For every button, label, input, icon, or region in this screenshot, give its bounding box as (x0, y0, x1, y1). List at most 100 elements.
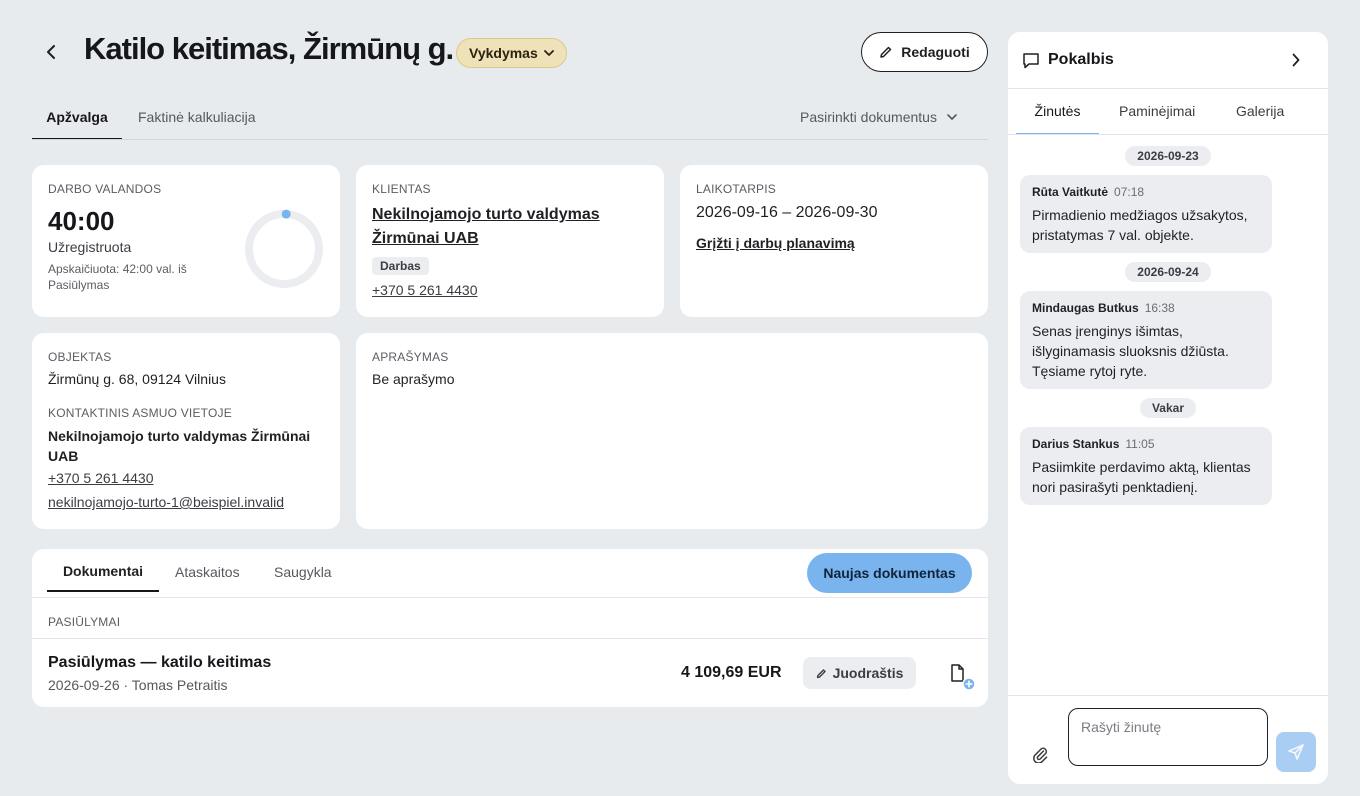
period-label: LAIKOTARPIS (696, 182, 777, 196)
back-to-planning-link[interactable]: Grįžti į darbų planavimą (696, 235, 855, 251)
back-button[interactable] (40, 40, 64, 64)
chevron-down-icon (543, 50, 554, 56)
chat-header-divider (1008, 88, 1328, 89)
document-add-file-icon[interactable] (948, 662, 976, 691)
pencil-icon (880, 46, 892, 58)
message-author: Rūta Vaitkutė (1032, 185, 1109, 199)
client-type-tag: Darbas (372, 257, 429, 275)
message-time: 16:38 (1144, 301, 1175, 315)
attach-button[interactable] (1028, 742, 1052, 766)
document-status-button[interactable]: Juodraštis (803, 657, 916, 689)
tab-reports-label: Ataskaitos (175, 564, 240, 580)
period-card: LAIKOTARPIS 2026-09-16 – 2026-09-30 Grįž… (680, 165, 988, 317)
send-icon (1288, 744, 1304, 760)
message-text: Pirmadienio medžiagos užsakytos, pristat… (1032, 207, 1248, 243)
document-status-label: Juodraštis (832, 665, 904, 681)
edit-button-label: Redaguoti (901, 44, 970, 60)
chat-tab-gallery[interactable]: Galerija (1236, 100, 1284, 135)
date-pill: Vakar (1139, 398, 1197, 418)
chat-tab-messages[interactable]: Žinutės (1016, 100, 1099, 135)
onsite-contact-email-link[interactable]: nekilnojamojo-turto-1@beispiel.invalid (48, 494, 284, 510)
client-card: KLIENTAS Nekilnojamojo turto valdymas Ži… (356, 165, 664, 317)
composer-divider (1008, 695, 1328, 696)
registered-label: Užregistruota (48, 239, 132, 255)
tab-storage[interactable]: Saugykla (274, 552, 332, 592)
message-text: Pasiimkite perdavimo aktą, klientas nori… (1032, 459, 1251, 495)
chat-tab-gallery-label: Galerija (1236, 103, 1285, 119)
chat-tab-mentions-label: Paminėjimai (1119, 103, 1196, 119)
progress-ring-track (245, 210, 323, 288)
work-hours-label: DARBO VALANDOS (48, 182, 162, 196)
object-label: OBJEKTAS (48, 350, 112, 364)
tab-actual-calculation[interactable]: Faktinė kalkuliacija (138, 100, 256, 140)
status-label: Vykdymas (469, 45, 538, 61)
tab-overview-label: Apžvalga (46, 109, 108, 125)
message-time: 11:05 (1125, 437, 1155, 451)
tab-documents[interactable]: Dokumentai (47, 552, 159, 592)
chat-tabs-divider (1008, 134, 1328, 135)
paperclip-icon (1033, 747, 1048, 763)
chat-panel: Pokalbis Žinutės Paminėjimai Galerija 20… (1008, 32, 1328, 784)
edit-button[interactable]: Redaguoti (861, 32, 988, 72)
calculated-hours-line2: Pasiūlymas (48, 278, 110, 292)
period-range: 2026-09-16 – 2026-09-30 (696, 204, 878, 221)
client-name-line1: Nekilnojamojo turto valdymas (372, 206, 600, 223)
work-hours-value: 40:00 (48, 206, 115, 236)
date-pill: 2026-09-24 (1125, 262, 1211, 282)
message-text: Senas įrenginys išimtas, išlyginamasis s… (1032, 323, 1229, 379)
document-title[interactable]: Pasiūlymas — katilo keitimas (48, 654, 271, 672)
message-bubble: Rūta Vaitkutė 07:18 Pirmadienio medžiagos… (1020, 175, 1272, 253)
chevron-right-icon (1292, 53, 1300, 67)
message-input[interactable] (1068, 708, 1268, 766)
date-separator: Vakar (1008, 398, 1328, 418)
offers-section-label: PASIŪLYMAI (48, 615, 121, 629)
message-bubble: Darius Stankus 11:05 Pasiimkite perdavimo… (1020, 427, 1272, 505)
date-separator: 2026-09-23 (1008, 146, 1328, 166)
date-pill: 2026-09-23 (1125, 146, 1211, 166)
tab-actual-calculation-label: Faktinė kalkuliacija (138, 109, 256, 125)
work-hours-card: DARBO VALANDOS 40:00 Užregistruota Apska… (32, 165, 340, 317)
document-meta: 2026-09-26 · Tomas Petraitis (48, 677, 228, 693)
chat-tab-messages-label: Žinutės (1034, 103, 1081, 119)
onsite-contact-name-line1: Nekilnojamojo turto valdymas Žirmūnai (48, 428, 311, 444)
new-document-button[interactable]: Naujas dokumentas (807, 553, 972, 593)
pencil-icon (816, 668, 826, 678)
collapse-chat-button[interactable] (1286, 50, 1306, 70)
client-phone-link[interactable]: +370 5 261 4430 (372, 282, 478, 298)
object-card: OBJEKTAS Žirmūnų g. 68, 09124 Vilnius KO… (32, 333, 340, 529)
onsite-contact-name: Nekilnojamojo turto valdymas Žirmūnai UA… (48, 426, 328, 466)
status-dropdown[interactable]: Vykdymas (456, 38, 567, 68)
chat-title: Pokalbis (1048, 51, 1114, 68)
chat-bubble-icon (1023, 53, 1039, 69)
tab-storage-label: Saugykla (274, 564, 332, 580)
client-name-line2: Žirmūnai UAB (372, 230, 479, 247)
chevron-left-icon (47, 45, 55, 59)
progress-ring-indicator (281, 209, 291, 219)
document-select-label: Pasirinkti dokumentus (800, 109, 937, 125)
message-author: Darius Stankus (1032, 437, 1120, 451)
calculated-hours-line1: Apskaičiuota: 42:00 val. iš (48, 262, 187, 276)
description-card: APRAŠYMAS Be aprašymo (356, 333, 988, 529)
description-label: APRAŠYMAS (372, 350, 449, 364)
description-text: Be aprašymo (372, 371, 455, 387)
client-label: KLIENTAS (372, 182, 431, 196)
message-bubble: Mindaugas Butkus 16:38 Senas įrenginys iš… (1020, 291, 1272, 389)
client-name-link[interactable]: Nekilnojamojo turto valdymas Žirmūnai UA… (372, 203, 600, 251)
tabs-divider (32, 139, 988, 140)
hours-progress-ring (245, 209, 323, 288)
message-author: Mindaugas Butkus (1032, 301, 1139, 315)
tab-overview[interactable]: Apžvalga (32, 100, 122, 140)
chat-tab-mentions[interactable]: Paminėjimai (1119, 100, 1195, 135)
object-address: Žirmūnų g. 68, 09124 Vilnius (48, 371, 226, 387)
document-select-dropdown[interactable]: Pasirinkti dokumentus (800, 109, 957, 125)
date-separator: 2026-09-24 (1008, 262, 1328, 282)
onsite-contact-name-line2: UAB (48, 448, 79, 464)
document-amount: 4 109,69 EUR (681, 664, 782, 681)
onsite-contact-label: KONTAKTINIS ASMUO VIETOJE (48, 406, 232, 420)
send-button[interactable] (1276, 732, 1316, 772)
onsite-contact-phone-link[interactable]: +370 5 261 4430 (48, 470, 154, 486)
documents-divider (32, 597, 988, 598)
message-time: 07:18 (1114, 185, 1145, 199)
tab-documents-label: Dokumentai (62, 563, 144, 579)
tab-reports[interactable]: Ataskaitos (175, 552, 240, 592)
